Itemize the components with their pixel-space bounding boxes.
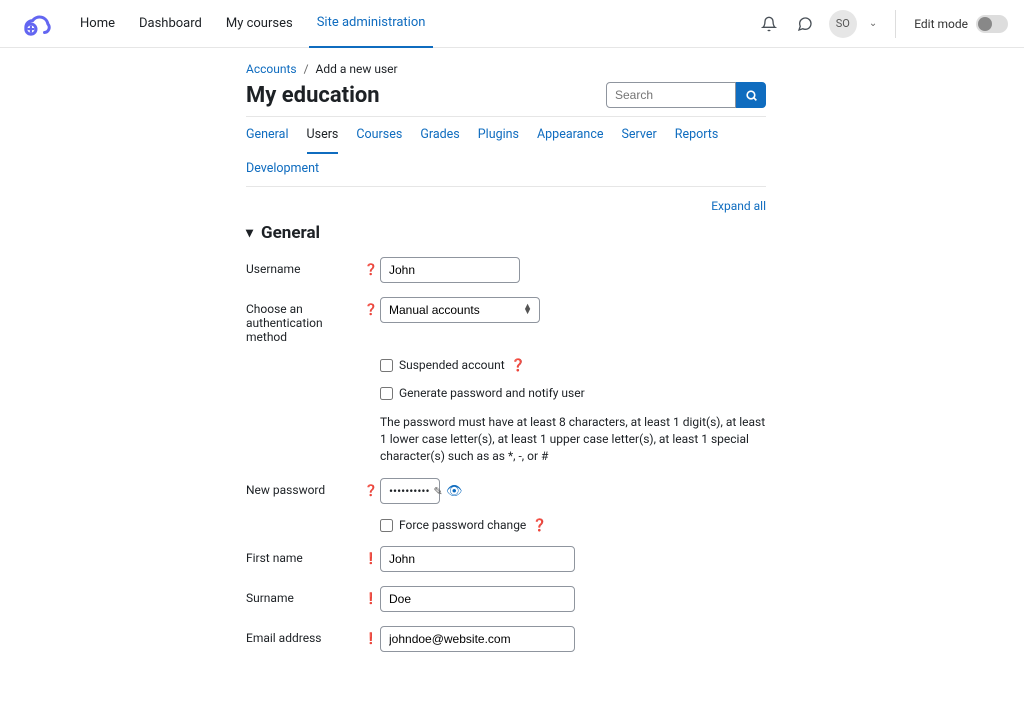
suspended-checkbox[interactable] bbox=[380, 359, 393, 372]
breadcrumb: Accounts / Add a new user bbox=[246, 62, 766, 76]
help-icon[interactable]: ❓ bbox=[532, 518, 547, 532]
firstname-label: First name bbox=[246, 546, 364, 565]
email-label: Email address bbox=[246, 626, 364, 645]
tab-development[interactable]: Development bbox=[246, 161, 319, 176]
password-input[interactable]: •••••••••• ✎ bbox=[380, 478, 440, 504]
username-input[interactable] bbox=[380, 257, 520, 283]
admin-tabs: General Users Courses Grades Plugins App… bbox=[246, 116, 766, 187]
tab-courses[interactable]: Courses bbox=[356, 127, 402, 143]
force-change-label: Force password change bbox=[399, 518, 526, 532]
page-title: My education bbox=[246, 83, 380, 108]
tab-server[interactable]: Server bbox=[622, 127, 657, 143]
divider bbox=[895, 10, 896, 38]
surname-label: Surname bbox=[246, 586, 364, 605]
pencil-icon[interactable]: ✎ bbox=[434, 485, 443, 498]
help-icon[interactable]: ❓ bbox=[364, 303, 378, 316]
tab-grades[interactable]: Grades bbox=[420, 127, 459, 143]
breadcrumb-sep: / bbox=[304, 62, 309, 76]
messages-icon[interactable] bbox=[793, 12, 817, 36]
nav-siteadmin[interactable]: Site administration bbox=[309, 0, 434, 48]
firstname-input[interactable] bbox=[380, 546, 575, 572]
tab-users[interactable]: Users bbox=[307, 127, 339, 154]
search-icon bbox=[745, 89, 758, 102]
logo[interactable] bbox=[16, 4, 56, 44]
chevron-down-icon: ▾ bbox=[246, 225, 253, 241]
help-icon[interactable]: ❓ bbox=[364, 484, 378, 497]
edit-mode-label: Edit mode bbox=[914, 17, 968, 31]
required-icon[interactable]: ❗ bbox=[364, 592, 378, 605]
help-icon[interactable]: ❓ bbox=[511, 358, 526, 372]
tab-general[interactable]: General bbox=[246, 127, 289, 143]
nav-mycourses[interactable]: My courses bbox=[218, 0, 301, 48]
tab-plugins[interactable]: Plugins bbox=[478, 127, 519, 143]
force-change-checkbox[interactable] bbox=[380, 519, 393, 532]
surname-input[interactable] bbox=[380, 586, 575, 612]
generate-pwd-label: Generate password and notify user bbox=[399, 386, 585, 400]
new-password-label: New password bbox=[246, 478, 364, 497]
breadcrumb-accounts[interactable]: Accounts bbox=[246, 62, 297, 76]
section-general-header[interactable]: ▾ General bbox=[246, 223, 766, 243]
search-button[interactable] bbox=[736, 82, 766, 108]
notifications-icon[interactable] bbox=[757, 12, 781, 36]
generate-pwd-checkbox[interactable] bbox=[380, 387, 393, 400]
suspended-label: Suspended account bbox=[399, 358, 505, 372]
nav-dashboard[interactable]: Dashboard bbox=[131, 0, 210, 48]
primary-nav: Home Dashboard My courses Site administr… bbox=[72, 0, 433, 48]
search-input[interactable] bbox=[606, 82, 736, 108]
nav-home[interactable]: Home bbox=[72, 0, 123, 48]
password-rules: The password must have at least 8 charac… bbox=[380, 414, 766, 464]
search bbox=[606, 82, 766, 108]
auth-select[interactable]: Manual accounts bbox=[380, 297, 540, 323]
required-icon[interactable]: ❗ bbox=[364, 632, 378, 645]
auth-label: Choose an authentication method bbox=[246, 297, 364, 344]
section-general-title: General bbox=[261, 223, 320, 243]
help-icon[interactable]: ❓ bbox=[364, 263, 378, 276]
email-input[interactable] bbox=[380, 626, 575, 652]
edit-mode: Edit mode bbox=[914, 15, 1008, 33]
username-label: Username bbox=[246, 257, 364, 276]
tab-appearance[interactable]: Appearance bbox=[537, 127, 604, 143]
tab-reports[interactable]: Reports bbox=[675, 127, 719, 143]
breadcrumb-adduser: Add a new user bbox=[316, 62, 398, 76]
expand-all[interactable]: Expand all bbox=[246, 199, 766, 213]
edit-mode-toggle[interactable] bbox=[976, 15, 1008, 33]
avatar[interactable]: SO bbox=[829, 10, 857, 38]
required-icon[interactable]: ❗ bbox=[364, 552, 378, 565]
eye-icon[interactable]: 👁 bbox=[446, 484, 463, 499]
user-menu-chevron[interactable]: ⌄ bbox=[869, 18, 877, 29]
